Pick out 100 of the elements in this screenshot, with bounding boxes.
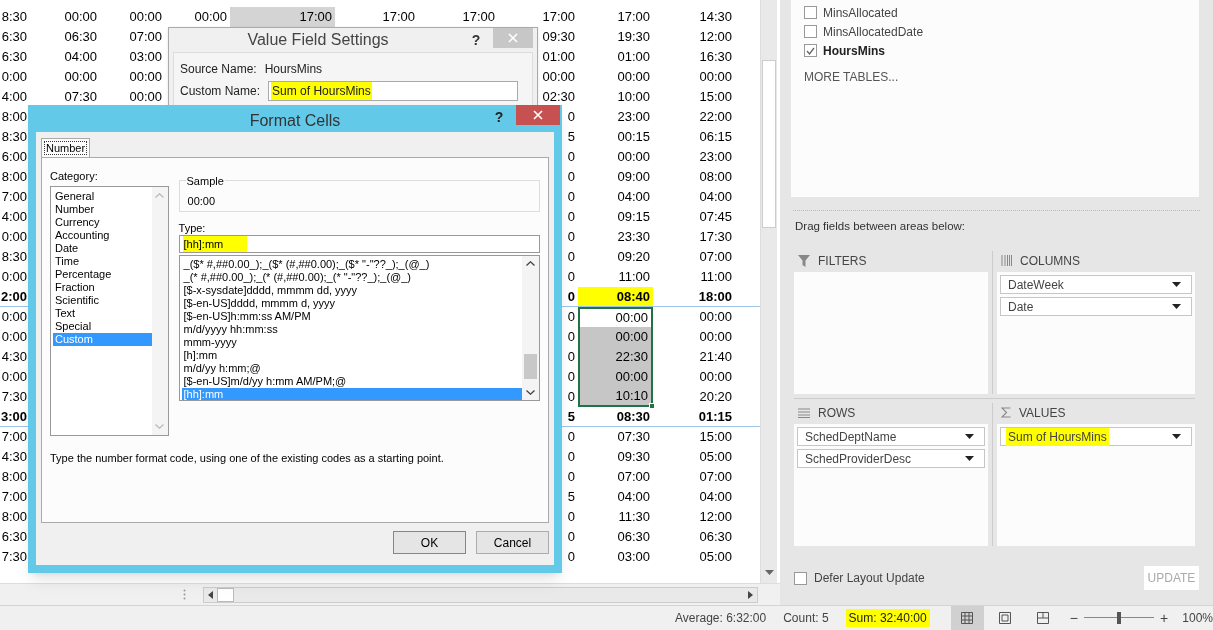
list-item[interactable]: [$-en-US]m/d/yy h:mm AM/PM;@ <box>181 375 522 388</box>
table-cell-text: 05:00 <box>699 548 732 567</box>
list-item[interactable]: Time <box>53 255 152 268</box>
list-item[interactable]: m/d/yy h:mm;@ <box>181 362 522 375</box>
table-cell-text: 0 <box>567 448 575 467</box>
input-field[interactable]: [hh]:mm <box>178 235 540 253</box>
list-item[interactable]: Currency <box>53 216 152 229</box>
help-button[interactable]: ? <box>467 29 485 51</box>
list-item[interactable]: Percentage <box>53 268 152 281</box>
checkbox[interactable] <box>804 6 817 19</box>
table-cell-text: 00:00 <box>129 8 162 27</box>
category-list[interactable]: General Number Currency Accounting Date Time Percentage Fraction Scientific Text Special Custom <box>50 186 169 436</box>
list-item[interactable]: [$-x-sysdate]dddd, mmmm dd, yyyy <box>181 284 522 297</box>
close-icon <box>508 33 518 43</box>
table-cell-text: 17:00 <box>617 8 650 27</box>
tab[interactable]: Number <box>41 138 91 158</box>
field-chip[interactable]: SchedProviderDesc <box>797 449 985 469</box>
help-button[interactable]: ? <box>490 107 508 128</box>
table-cell-text: 07:00 <box>129 28 162 47</box>
vertical-scrollbar[interactable] <box>760 0 777 583</box>
table-cell-text: 0:00 <box>1 68 27 87</box>
field-chip[interactable]: Date <box>1000 297 1192 317</box>
zoom-in-button[interactable]: + <box>1160 607 1169 629</box>
category-label: Category: <box>50 169 99 182</box>
table-cell-text: 4:30 <box>1 448 27 467</box>
view-button[interactable] <box>950 606 984 630</box>
status-text: Sum: 32:40:00 <box>845 609 930 627</box>
chevron-up-icon <box>155 193 164 198</box>
list-item[interactable]: Number <box>53 203 152 216</box>
table-cell-text: 08:00 <box>699 168 732 187</box>
scroll-thumb[interactable] <box>762 60 776 228</box>
table-cell-text: 4:00 <box>1 208 27 227</box>
list-item[interactable]: [h]:mm <box>181 349 522 362</box>
table-cell-text: 0:00 <box>1 308 27 327</box>
more-tables-link[interactable]: MORE TABLES... <box>804 68 899 86</box>
table-cell-text: 03:00 <box>617 548 650 567</box>
table-cell-text: 0 <box>567 428 575 447</box>
table-cell-text: 17:00 <box>542 8 575 27</box>
table-cell-text: 8:00 <box>1 108 27 127</box>
table-cell-text: 2:00 <box>0 287 27 306</box>
table-cell-text: 0 <box>567 548 575 567</box>
table-cell-text: 00:00 <box>699 308 732 327</box>
list-item[interactable]: Scientific <box>53 294 152 307</box>
table-cell: 22:30 <box>578 347 653 367</box>
field-chip[interactable]: DateWeek <box>1000 275 1192 295</box>
list-item[interactable]: Fraction <box>53 281 152 294</box>
field-chip[interactable]: Sum of HoursMins <box>1000 427 1192 447</box>
format-list[interactable] <box>178 255 540 401</box>
scroll-thumb[interactable] <box>524 354 537 379</box>
list-item[interactable]: [$-en-US]dddd, mmmm d, yyyy <box>181 297 522 310</box>
table-cell-text: 06:15 <box>699 128 732 147</box>
list-item[interactable]: Special <box>53 320 152 333</box>
field-value: HoursMins <box>264 61 323 78</box>
type-label: Type: <box>178 221 206 232</box>
close-button[interactable] <box>516 105 560 125</box>
table-cell-text: 09:00 <box>617 168 650 187</box>
fill-handle[interactable] <box>649 403 655 409</box>
zoom-out-button[interactable]: − <box>1069 607 1078 629</box>
field-chip[interactable]: SchedDeptName <box>797 427 985 447</box>
scroll-left-arrow-icon <box>208 590 213 599</box>
slider-thumb[interactable] <box>1116 612 1121 624</box>
list-item[interactable]: m/d/yyyy hh:mm:ss <box>181 323 522 336</box>
scroll-thumb[interactable] <box>217 587 234 602</box>
input-field[interactable]: Sum of HoursMins <box>268 81 519 101</box>
table-cell-text: 0 <box>567 208 575 227</box>
table-cell-text: 0 <box>567 388 575 407</box>
checkbox[interactable] <box>804 25 817 38</box>
list-item[interactable]: _($* #,##0.00_);_($* (#,##0.00);_($* "-"??_);_(@_) <box>181 258 522 271</box>
table-cell-text: 04:00 <box>617 188 650 207</box>
table-cell-text: 21:40 <box>699 348 732 367</box>
list-item[interactable]: Date <box>53 242 152 255</box>
list-item[interactable]: Text <box>53 307 152 320</box>
sample-value: 00:00 <box>187 194 216 209</box>
table-cell-text: 23:30 <box>617 228 650 247</box>
table-cell-text: 0 <box>567 188 575 207</box>
dialog-button[interactable]: Cancel <box>476 531 549 554</box>
table-cell: 10:10 <box>578 387 653 407</box>
table-cell-text: 0 <box>567 228 575 247</box>
list-item[interactable]: Accounting <box>53 229 152 242</box>
table-cell-text: 01:00 <box>617 48 650 67</box>
list-item[interactable]: _(* #,##0.00_);_(* (#,##0.00);_(* "-"??_);_(@_) <box>181 271 522 284</box>
dialog-button[interactable]: OK <box>393 531 466 554</box>
checkbox[interactable] <box>794 571 807 585</box>
horizontal-scrollbar[interactable] <box>203 586 758 603</box>
list-item[interactable]: mmm-yyyy <box>181 336 522 349</box>
table-cell-text: 8:00 <box>1 168 27 187</box>
table-cell-text: 7:30 <box>1 548 27 567</box>
table-cell-text: 0:00 <box>1 228 27 247</box>
columns-icon <box>1001 255 1012 267</box>
table-cell-text: 0 <box>567 308 575 327</box>
list-item[interactable]: [$-en-US]h:mm:ss AM/PM <box>181 310 522 323</box>
table-cell-text: 00:00 <box>542 68 575 87</box>
list-item[interactable]: General <box>53 190 152 203</box>
checkbox-label: Defer Layout Update <box>814 570 925 588</box>
table-cell-text: 07:30 <box>617 428 650 447</box>
caret-down-icon <box>1172 282 1181 288</box>
scroll-down-arrow-icon <box>765 570 774 575</box>
checkbox[interactable] <box>804 44 817 57</box>
table-cell-text: 03:00 <box>129 48 162 67</box>
table-cell-text: 0 <box>567 248 575 267</box>
